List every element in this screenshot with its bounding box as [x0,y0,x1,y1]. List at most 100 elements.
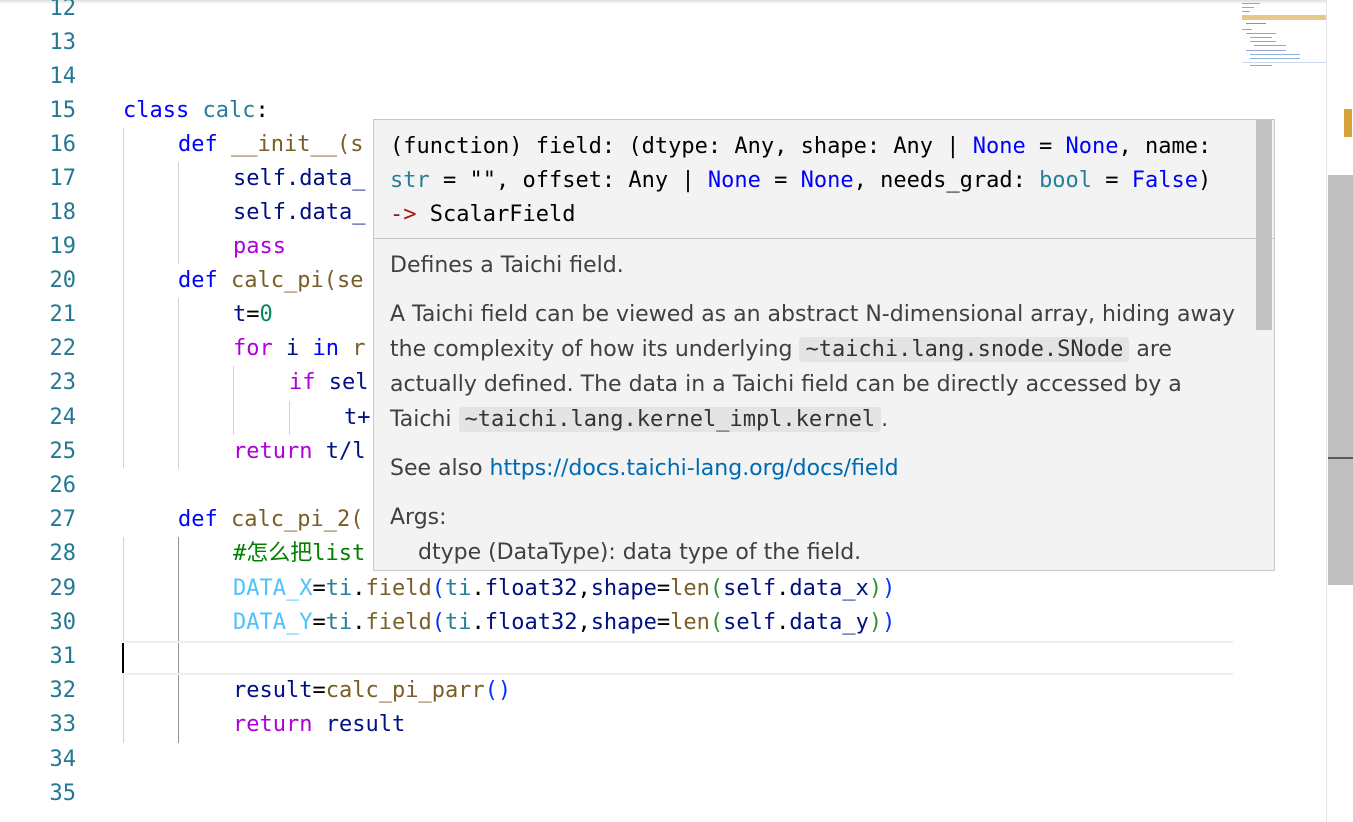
indent-guide-active [178,537,179,743]
code-line[interactable]: def calc_pi(se [178,264,363,298]
keyword: pass [233,234,286,259]
line-number: 23 [49,370,77,395]
module: ti [444,610,472,635]
code-line[interactable]: if sel [289,366,369,400]
scrollbar-thumb[interactable] [1328,175,1353,585]
keyword-argument: shape [590,576,657,601]
code-line[interactable]: result=calc_pi_parr() [233,674,511,708]
scroll-shadow [0,0,1326,4]
punctuation: . [352,576,366,601]
minimap-line [1246,23,1266,24]
code-line[interactable]: self.data_ [233,196,365,230]
module: ti [325,576,353,601]
function-name: len [670,576,710,601]
code-line[interactable]: def __init__(s [178,128,363,162]
doc-text: See also [390,456,490,481]
code-line[interactable]: class calc: [123,94,269,128]
keyword: return [233,712,313,737]
number: 0 [259,302,273,327]
minimap-line [1242,11,1250,12]
keyword: False [1131,168,1199,193]
args-heading: Args: [390,505,447,530]
variable: t [233,302,247,327]
line-number: 35 [49,781,77,806]
indent-guide [123,128,124,468]
line-number: 13 [49,30,77,55]
inline-code: ~taichi.lang.snode.SNode [799,337,1130,362]
code-line[interactable]: return result [233,708,405,742]
minimap[interactable] [1238,0,1328,70]
function-signature: (function) field: (dtype: Any, shape: An… [390,130,1260,232]
line-number: 14 [49,64,77,89]
code-line[interactable]: self.data_ [233,162,365,196]
comment: #怎么把list [233,541,366,566]
code-line[interactable]: DATA_Y=ti.field(ti.float32,shape=len(sel… [233,606,895,640]
code-line[interactable]: t=0 [233,298,273,332]
line-number: 20 [49,268,77,293]
minimap-viewport-line [1242,62,1328,63]
tooltip-scrollbar[interactable] [1256,120,1272,330]
variable: i [286,336,300,361]
code-line[interactable]: DATA_X=ti.field(ti.float32,shape=len(sel… [233,572,895,606]
keyword: None [1065,134,1119,159]
module: ti [325,610,353,635]
bracket: () [484,678,512,703]
type-name: bool [1039,168,1093,193]
code-line[interactable]: #怎么把list [233,537,365,571]
code-line[interactable]: return t/l [233,435,365,469]
variable: float32 [484,610,578,635]
variable: result [233,678,313,703]
indent-guide [233,366,234,435]
punctuation: . [471,576,485,601]
docs-link[interactable]: https://docs.taichi-lang.org/docs/field [490,456,899,481]
function-name: field [365,610,432,635]
code-line[interactable]: for i in r [233,332,366,366]
vertical-scrollbar[interactable] [1326,0,1353,822]
line-number: 21 [49,302,77,327]
punctuation: . [471,610,485,635]
keyword: def [178,507,218,532]
attribute: data_y [789,610,869,635]
code-editor[interactable]: 12 13 14 15 16 17 18 19 20 21 22 23 24 2… [0,0,1353,822]
indent-guide [289,401,290,435]
see-also: See also https://docs.taichi-lang.org/do… [390,451,1250,486]
code-text: t/l [325,439,366,464]
constant: DATA_Y [233,610,313,635]
signature-text: = [1092,168,1132,193]
line-number: 33 [49,712,77,737]
doc-summary: Defines a Taichi field. [390,253,624,278]
indent-guide [178,298,179,469]
doc-text: . [881,407,889,432]
bracket: ( [431,610,445,635]
keyword: None [800,168,854,193]
text-cursor [122,643,124,673]
line-number: 17 [49,166,77,191]
scrollbar-cursor-marker [1328,457,1353,459]
signature-text: = [760,168,801,193]
code-line[interactable]: t+ [344,401,371,435]
keyword: def [178,132,218,157]
bracket: ) [868,576,883,601]
line-number: 26 [49,473,77,498]
minimap-line [1242,3,1260,4]
minimap-line [1250,37,1272,38]
line-number: 16 [49,132,77,157]
code-text: t+ [344,405,371,430]
operator: = [656,576,671,601]
punctuation: : [255,98,269,123]
type-name: str [390,168,430,193]
hover-tooltip[interactable]: (function) field: (dtype: Any, shape: An… [373,119,1275,571]
keyword: return [233,439,313,464]
code-line[interactable]: pass [233,230,286,264]
bracket: ) [882,610,896,635]
punctuation: , [577,610,591,635]
minimap-line [1242,7,1254,8]
line-number: 29 [49,576,77,601]
minimap-line [1250,54,1300,55]
punctuation: . [776,576,790,601]
line-number: 25 [49,439,77,464]
function-name: __init__(s [231,132,364,157]
line-number: 12 [49,0,77,21]
operator: = [312,610,326,635]
code-line[interactable]: def calc_pi_2( [178,503,363,537]
